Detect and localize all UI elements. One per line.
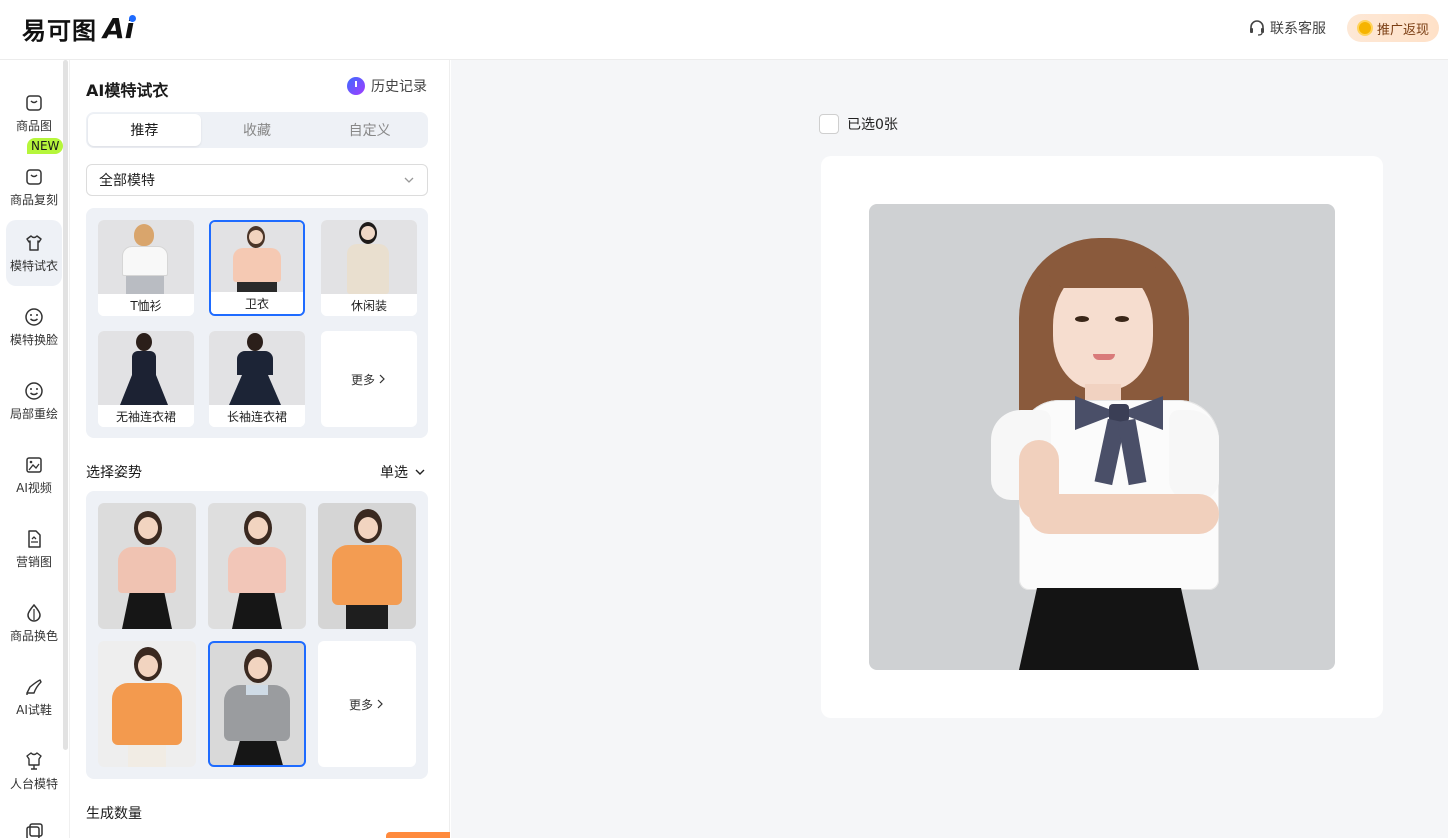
category-more-button[interactable]: 更多 (321, 331, 417, 427)
category-card-sleeveless-dress[interactable]: 无袖连衣裙 (98, 331, 194, 427)
category-card-casual[interactable]: 休闲装 (321, 220, 417, 316)
nav-label: AI视频 (16, 480, 52, 495)
pose-grid: 更多 (86, 491, 428, 779)
selected-count-label: 已选0张 (847, 117, 898, 133)
category-thumbnail (98, 331, 194, 405)
category-label: 卫衣 (211, 292, 303, 314)
logo-ai-mark: Ai (103, 11, 137, 45)
app-logo[interactable]: 易可图 Ai (22, 11, 137, 45)
result-image[interactable] (869, 204, 1335, 670)
category-label: 长袖连衣裙 (209, 405, 305, 427)
chevron-right-icon (379, 374, 385, 384)
nav-item-marketing[interactable]: 营销图 (6, 516, 62, 582)
tryon-panel: AI模特试衣 历史记录 推荐 收藏 自定义 全部模特 T恤衫 卫衣 休闲装 无袖… (70, 60, 450, 838)
category-thumbnail (211, 222, 303, 296)
shirt-icon (24, 233, 44, 253)
nav-item-recolor[interactable]: 商品换色 (6, 590, 62, 656)
nav-item-ai-shoe[interactable]: AI试鞋 (6, 664, 62, 730)
headset-icon (1250, 20, 1264, 36)
heel-shoe-icon (24, 677, 44, 697)
nav-item-more[interactable] (6, 812, 62, 838)
count-section-title: 生成数量 (86, 806, 142, 822)
nav-label: 局部重绘 (9, 406, 58, 421)
face-icon (24, 307, 44, 327)
model-filter-value: 全部模特 (99, 173, 155, 189)
pose-section-title: 选择姿势 (86, 465, 142, 481)
video-icon (24, 455, 44, 475)
nav-label: 模特换脸 (9, 332, 58, 347)
category-thumbnail (209, 331, 305, 405)
nav-label: AI试鞋 (16, 702, 52, 717)
poster-icon (24, 529, 44, 549)
promo-label: 推广返现 (1376, 22, 1429, 38)
category-label: 休闲装 (321, 294, 417, 316)
source-tabs: 推荐 收藏 自定义 (86, 112, 428, 148)
generate-button-edge[interactable] (386, 832, 450, 838)
select-checkbox[interactable] (819, 114, 839, 134)
chevron-right-icon (377, 699, 383, 709)
pose-card[interactable] (208, 503, 306, 629)
nav-label: 商品复刻 (9, 192, 58, 207)
nav-item-ai-video[interactable]: AI视频 (6, 442, 62, 508)
nav-label: 商品图 (15, 118, 52, 133)
nav-item-face-swap[interactable]: 模特换脸 (6, 294, 62, 360)
pose-card[interactable] (98, 503, 196, 629)
nav-label: 商品换色 (9, 628, 58, 643)
pose-card[interactable] (98, 641, 196, 767)
promo-cashback-button[interactable]: 推广返现 (1347, 14, 1439, 42)
top-header: 易可图 Ai 联系客服 推广返现 (0, 0, 1448, 60)
category-thumbnail (321, 220, 417, 294)
category-label: T恤衫 (98, 294, 194, 316)
nav-label: 营销图 (15, 554, 52, 569)
more-label: 更多 (350, 372, 375, 387)
chevron-down-icon (404, 177, 414, 183)
logo-text: 易可图 (22, 16, 97, 45)
contact-label: 联系客服 (1270, 21, 1326, 37)
nav-item-model-tryon[interactable]: 模特试衣 (6, 220, 62, 286)
clock-icon (347, 77, 365, 95)
pose-mode-label: 单选 (380, 465, 408, 481)
tab-recommended[interactable]: 推荐 (88, 114, 201, 146)
color-drop-icon (24, 603, 44, 623)
nav-label: 模特试衣 (9, 258, 58, 273)
pose-mode-dropdown[interactable]: 单选 (380, 462, 426, 482)
category-label: 无袖连衣裙 (98, 405, 194, 427)
nav-item-inpaint[interactable]: 局部重绘 (6, 368, 62, 434)
category-card-tshirt[interactable]: T恤衫 (98, 220, 194, 316)
pose-card-selected[interactable] (208, 641, 306, 767)
history-label: 历史记录 (371, 79, 427, 95)
nav-label: 人台模特 (9, 776, 58, 791)
contact-support-link[interactable]: 联系客服 (1248, 18, 1326, 38)
mannequin-icon (24, 751, 44, 771)
panel-title: AI模特试衣 (86, 81, 169, 100)
tab-custom[interactable]: 自定义 (313, 114, 426, 146)
category-thumbnail (98, 220, 194, 294)
more-label: 更多 (348, 697, 373, 712)
history-button[interactable]: 历史记录 (347, 76, 427, 96)
gallery-icon (24, 822, 44, 838)
nav-item-product-replicate[interactable]: 商品复刻 (6, 154, 62, 220)
nav-scrollbar[interactable] (63, 60, 68, 750)
model-filter-select[interactable]: 全部模特 (86, 164, 428, 196)
nav-item-product-image[interactable]: 商品图 (6, 80, 62, 146)
chevron-down-icon (415, 469, 425, 475)
pose-more-button[interactable]: 更多 (318, 641, 416, 767)
category-card-long-sleeve-dress[interactable]: 长袖连衣裙 (209, 331, 305, 427)
tab-favorites[interactable]: 收藏 (201, 114, 314, 146)
copy-bag-icon (24, 167, 44, 187)
coin-icon (1356, 20, 1373, 36)
shopping-bag-icon (24, 93, 44, 113)
face-brush-icon (24, 381, 44, 401)
nav-item-mannequin[interactable]: 人台模特 (6, 738, 62, 804)
pose-card[interactable] (318, 503, 416, 629)
new-badge: NEW (27, 138, 64, 154)
select-all-row[interactable]: 已选0张 (819, 114, 898, 134)
clothing-category-grid: T恤衫 卫衣 休闲装 无袖连衣裙 长袖连衣裙 更多 (86, 208, 428, 438)
category-card-hoodie[interactable]: 卫衣 (209, 220, 305, 316)
